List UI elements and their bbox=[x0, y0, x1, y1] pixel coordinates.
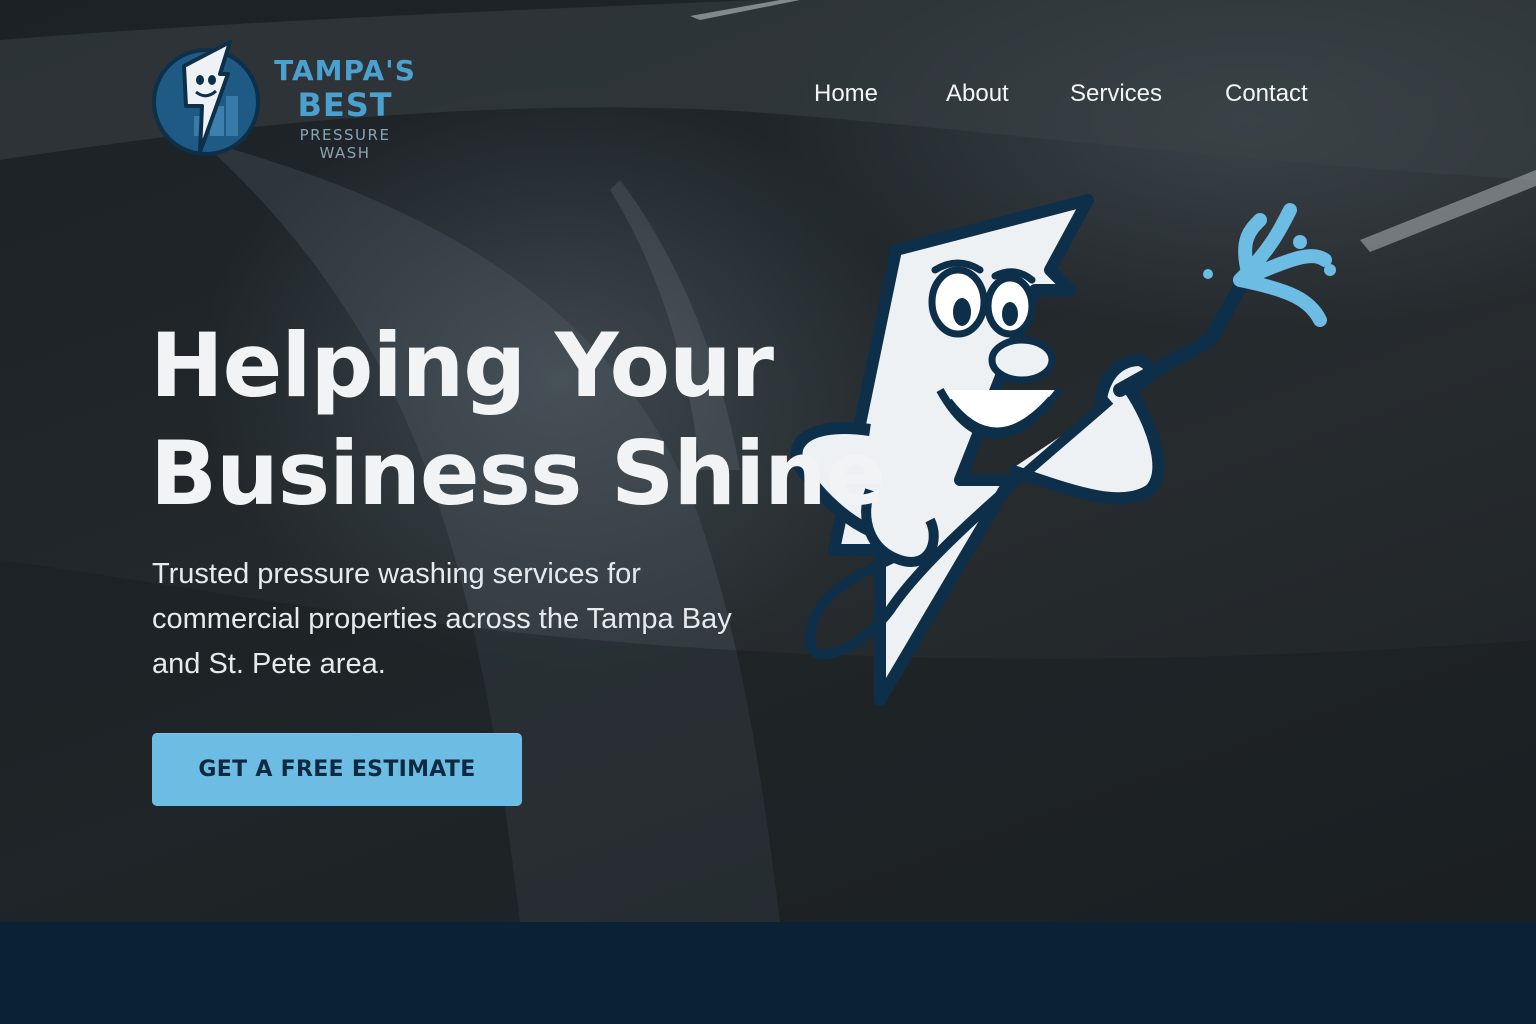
next-section-band bbox=[0, 922, 1536, 1024]
main-nav: Home About Services Contact bbox=[0, 80, 1536, 112]
headline-line-2: Business Shine bbox=[150, 422, 886, 525]
nav-services[interactable]: Services bbox=[1070, 80, 1162, 108]
hero-subtext: Trusted pressure washing services for co… bbox=[152, 558, 732, 680]
brand-tagline: PRESSURE WASH bbox=[299, 126, 391, 162]
nav-home[interactable]: Home bbox=[814, 80, 878, 108]
nav-about[interactable]: About bbox=[946, 80, 1009, 108]
get-free-estimate-button[interactable]: GET A FREE ESTIMATE bbox=[152, 733, 522, 806]
nav-contact[interactable]: Contact bbox=[1225, 80, 1308, 108]
hero-section: TAMPA'S BEST PRESSURE WASH Home About Se… bbox=[0, 0, 1536, 922]
headline-line-1: Helping Your bbox=[150, 314, 774, 417]
hero-headline: Helping Your Business Shine bbox=[150, 312, 910, 528]
